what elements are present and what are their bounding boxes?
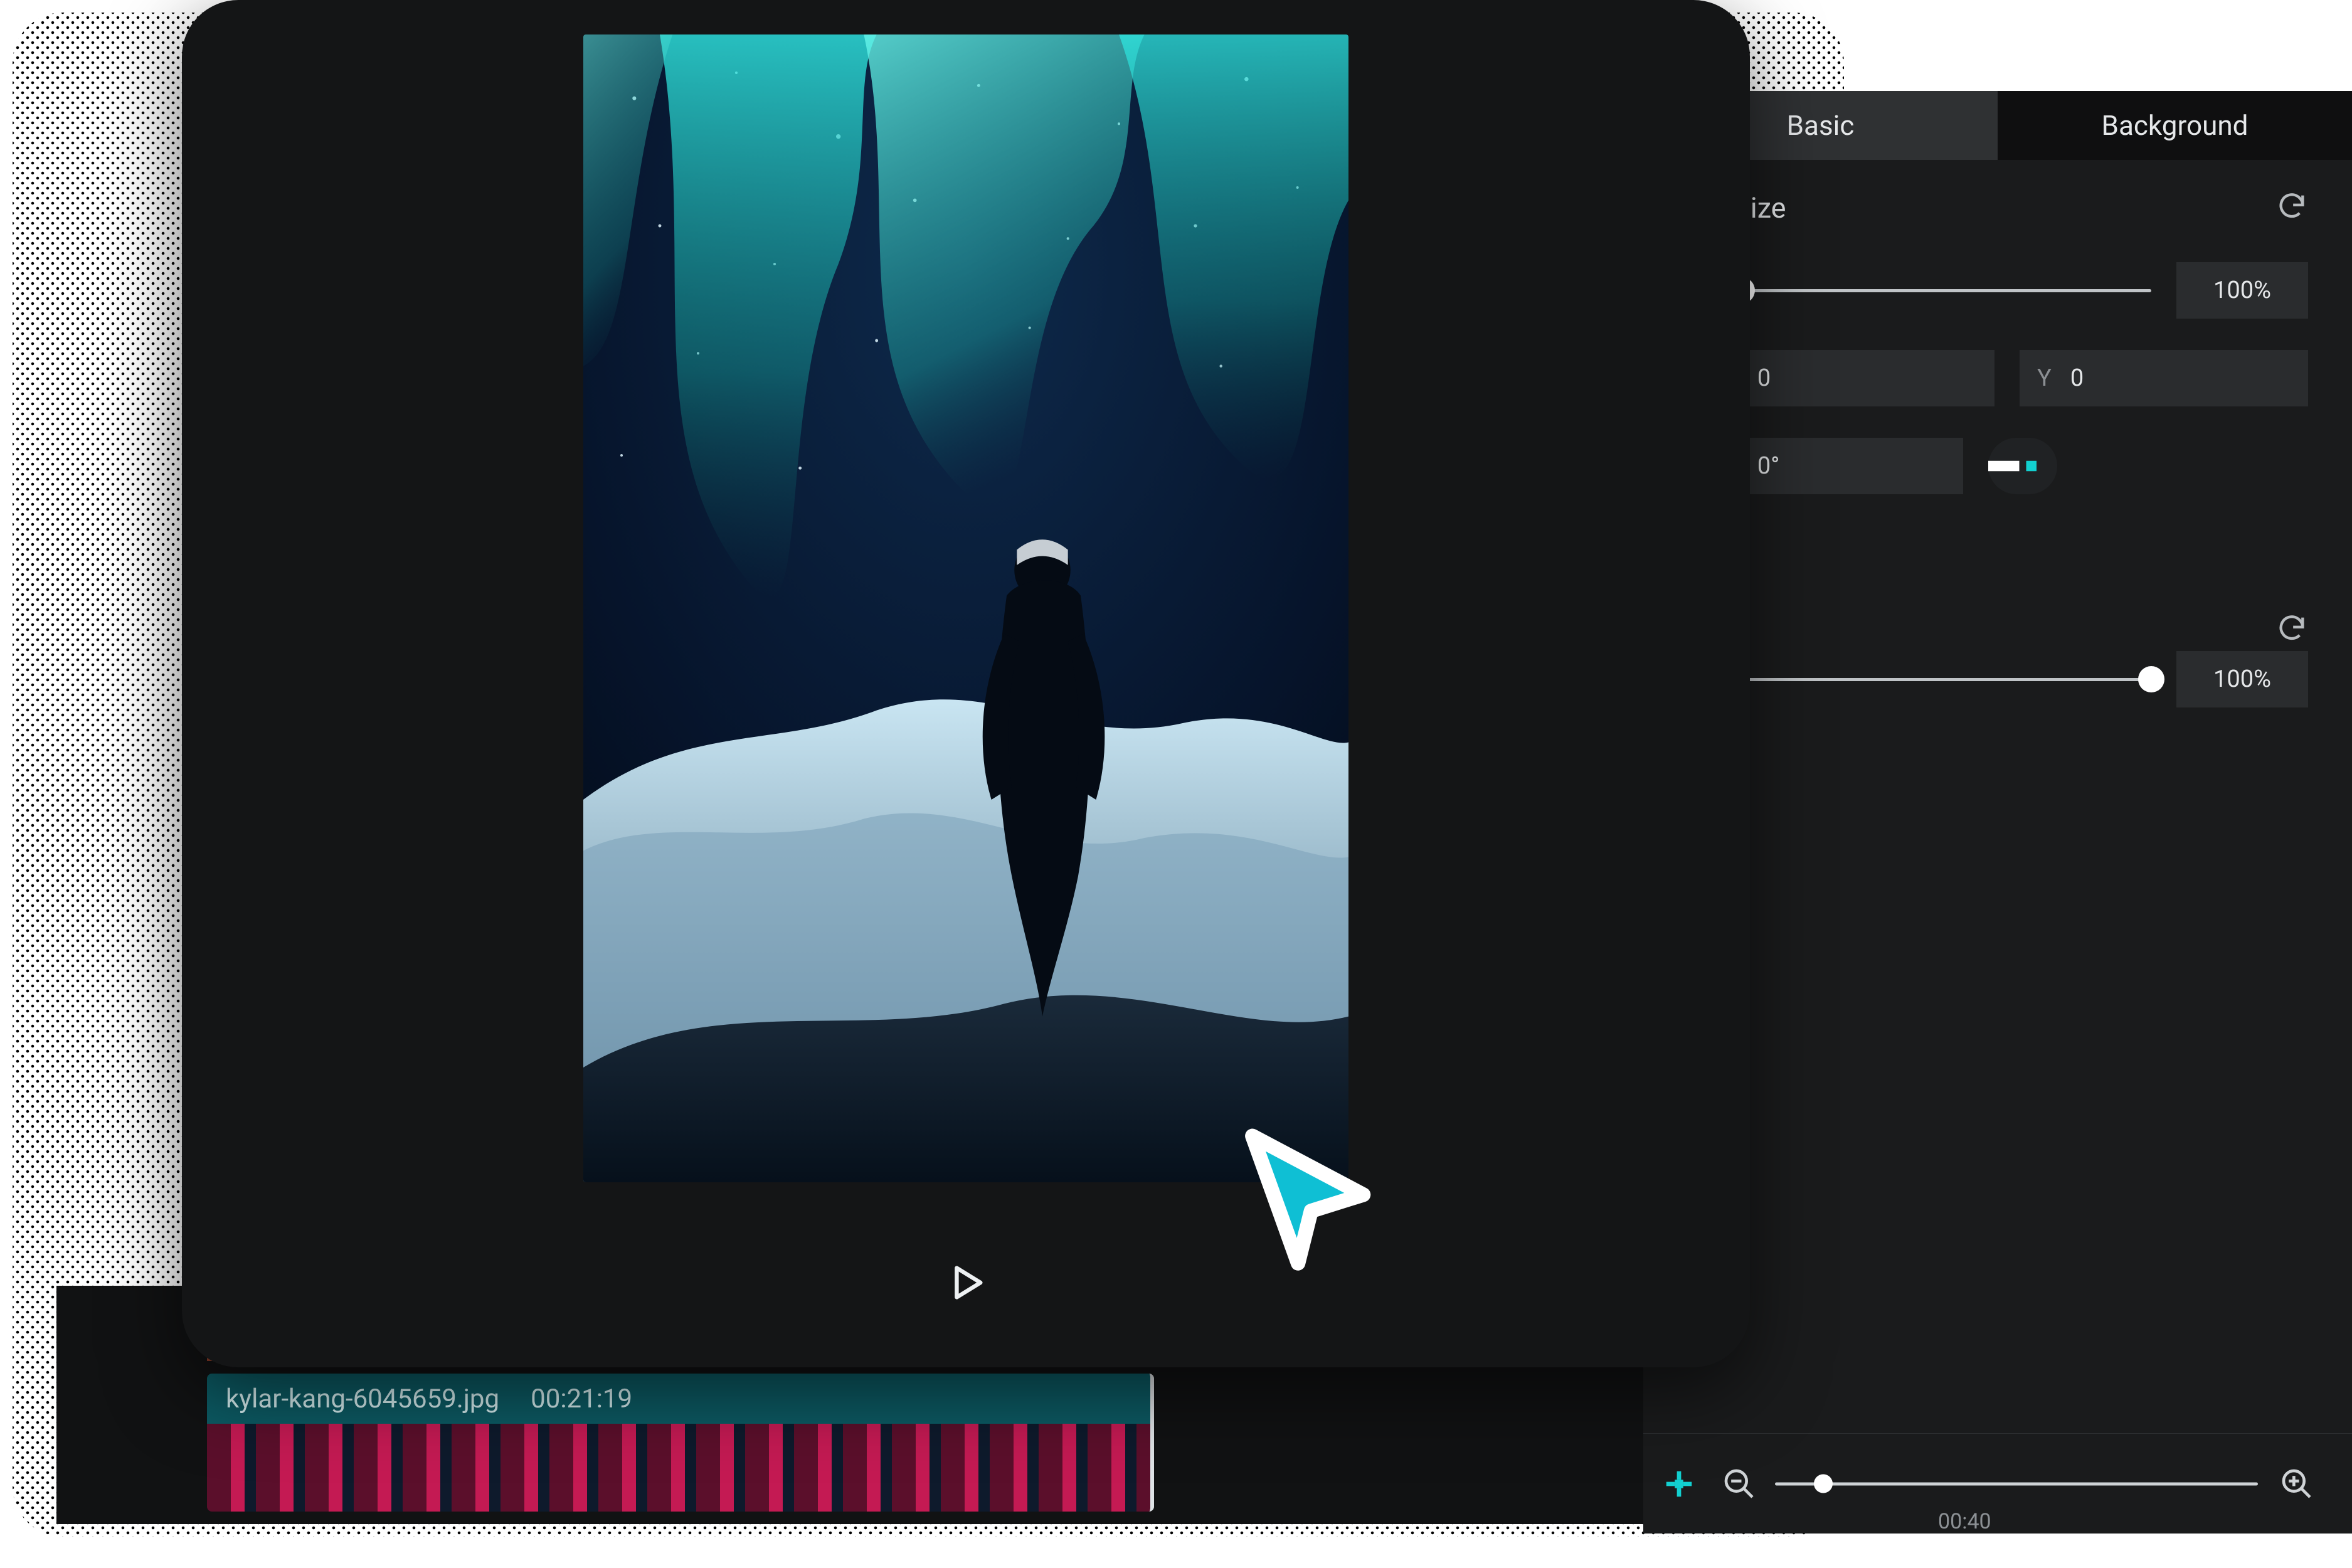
position-y-value: 0	[2070, 364, 2084, 392]
opacity-slider-knob[interactable]	[2138, 666, 2164, 692]
clip-duration: 00:21:19	[531, 1384, 632, 1414]
position-y-input[interactable]: Y 0	[2020, 350, 2308, 406]
scale-slider[interactable]	[1706, 289, 2151, 292]
tab-basic-label: Basic	[1787, 109, 1855, 142]
zoom-out-icon[interactable]	[1722, 1466, 1757, 1502]
preview-card	[182, 0, 1750, 1367]
zoom-slider-knob[interactable]	[1814, 1475, 1833, 1493]
opacity-slider[interactable]	[1706, 678, 2151, 681]
play-button[interactable]	[944, 1261, 988, 1305]
opacity-value[interactable]: 100%	[2176, 651, 2308, 707]
clip-header: kylar-kang-6045659.jpg 00:21:19	[207, 1374, 1150, 1424]
rotate-value: 0°	[1757, 452, 1780, 480]
zoom-slider[interactable]	[1775, 1482, 2258, 1485]
timeline-tick-label: 00:40	[1938, 1509, 1991, 1534]
tab-background-label: Background	[2102, 109, 2249, 142]
mirror-button[interactable]	[1988, 438, 2057, 494]
zoom-in-icon[interactable]	[2279, 1466, 2314, 1502]
scale-value[interactable]: 100%	[2176, 262, 2308, 319]
position-y-label: Y	[2037, 364, 2052, 392]
snap-icon[interactable]	[1662, 1467, 1696, 1501]
tab-background[interactable]: Background	[1998, 91, 2352, 160]
clip-filename: kylar-kang-6045659.jpg	[226, 1384, 499, 1414]
clip-thumbnails	[207, 1424, 1150, 1512]
timeline-clip[interactable]: kylar-kang-6045659.jpg 00:21:19	[207, 1374, 1154, 1512]
preview-canvas[interactable]	[583, 34, 1348, 1182]
position-x-value: 0	[1757, 364, 1771, 392]
timeline-controls: 00:40	[1643, 1433, 2352, 1534]
reset-opacity-icon[interactable]	[2275, 612, 2308, 645]
reset-position-icon[interactable]	[2275, 190, 2308, 223]
